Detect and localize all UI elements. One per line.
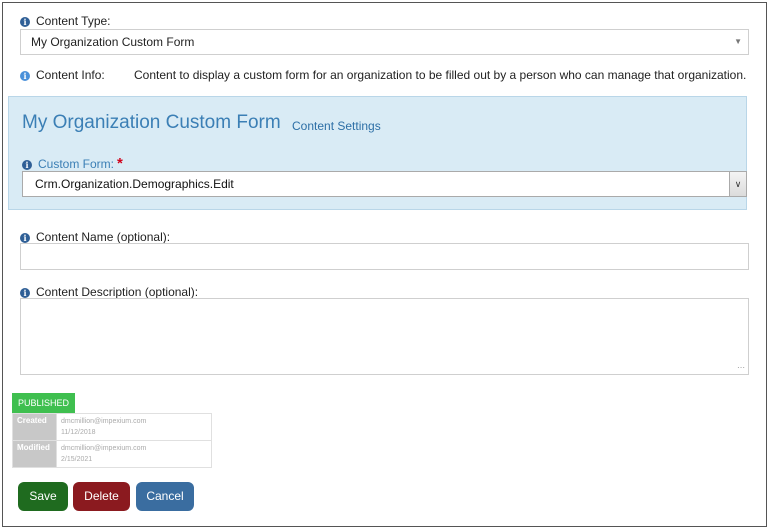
custom-form-label-text: Custom Form:	[38, 157, 115, 171]
custom-form-value: Crm.Organization.Demographics.Edit	[35, 177, 234, 191]
modified-value: dmcmillion@impexium.com 2/15/2021	[56, 440, 212, 468]
created-date: 11/12/2018	[61, 429, 96, 436]
content-name-label: i Content Name (optional):	[20, 230, 170, 244]
content-type-label: i Content Type:	[20, 14, 111, 28]
info-icon: i	[20, 70, 30, 81]
delete-button[interactable]: Delete	[73, 482, 130, 511]
info-icon[interactable]: i	[20, 287, 30, 298]
created-user: dmcmillion@impexium.com	[61, 418, 147, 425]
content-type-select[interactable]: My Organization Custom Form ▼	[20, 29, 749, 55]
table-row: Created dmcmillion@impexium.com 11/12/20…	[12, 413, 212, 441]
content-name-label-text: Content Name (optional):	[36, 230, 171, 244]
content-description-label-text: Content Description (optional):	[36, 285, 199, 299]
audit-table: Created dmcmillion@impexium.com 11/12/20…	[12, 413, 212, 468]
table-row: Modified dmcmillion@impexium.com 2/15/20…	[12, 440, 212, 468]
chevron-down-icon[interactable]: ∨	[729, 172, 746, 196]
created-value: dmcmillion@impexium.com 11/12/2018	[56, 413, 212, 441]
modified-date: 2/15/2021	[61, 456, 93, 463]
published-badge: PUBLISHED	[12, 393, 76, 413]
chevron-down-icon: ▼	[734, 37, 742, 46]
custom-form-panel: My Organization Custom Form Content Sett…	[8, 96, 747, 210]
panel-title: My Organization Custom Form	[22, 112, 281, 133]
modified-user: dmcmillion@impexium.com	[61, 445, 147, 452]
content-description-textarea[interactable]: ⋯	[20, 298, 749, 375]
required-indicator: *	[117, 155, 123, 172]
content-name-input[interactable]	[20, 243, 749, 270]
content-info-label: Content Info:	[36, 68, 105, 82]
save-button[interactable]: Save	[18, 482, 68, 511]
custom-form-label: i Custom Form: *	[22, 155, 123, 172]
resize-grip-icon[interactable]: ⋯	[737, 364, 745, 372]
info-icon[interactable]: i	[22, 159, 32, 170]
content-description-label: i Content Description (optional):	[20, 285, 198, 299]
content-type-value: My Organization Custom Form	[31, 35, 195, 49]
info-icon[interactable]: i	[20, 232, 30, 243]
created-label: Created	[12, 413, 57, 441]
content-info-text: Content to display a custom form for an …	[134, 68, 747, 82]
modified-label: Modified	[12, 440, 57, 468]
content-info-row: i Content Info:	[20, 68, 105, 82]
cancel-button[interactable]: Cancel	[136, 482, 194, 511]
custom-form-select[interactable]: Crm.Organization.Demographics.Edit ∨	[22, 171, 747, 197]
info-icon[interactable]: i	[20, 16, 30, 27]
content-settings-link[interactable]: Content Settings	[292, 119, 381, 133]
content-type-label-text: Content Type:	[36, 14, 111, 28]
